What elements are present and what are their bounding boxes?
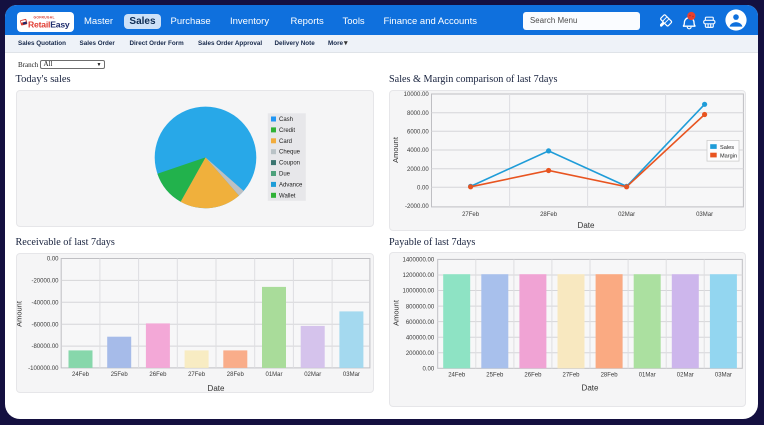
svg-text:2000.00: 2000.00 (406, 167, 428, 173)
svg-text:Margin: Margin (720, 153, 737, 159)
svg-text:Due: Due (279, 172, 291, 178)
svg-text:Amount: Amount (392, 299, 401, 326)
svg-text:-40000.00: -40000.00 (31, 301, 59, 307)
svg-text:Wallet: Wallet (279, 193, 296, 199)
svg-text:-100000.00: -100000.00 (28, 366, 59, 372)
svg-text:Card: Card (279, 139, 292, 145)
svg-text:27Feb: 27Feb (562, 373, 580, 379)
svg-text:10000.00: 10000.00 (403, 92, 429, 98)
svg-text:6000.00: 6000.00 (406, 130, 428, 136)
svg-text:24Feb: 24Feb (72, 372, 90, 378)
svg-text:03Mar: 03Mar (343, 372, 360, 378)
svg-text:26Feb: 26Feb (149, 372, 167, 378)
svg-text:02Mar: 02Mar (304, 372, 321, 378)
svg-text:-2000.00: -2000.00 (405, 204, 429, 210)
svg-text:Credit: Credit (279, 128, 295, 134)
svg-text:1200000.00: 1200000.00 (402, 273, 434, 279)
svg-text:0.00: 0.00 (47, 257, 59, 263)
svg-text:03Mar: 03Mar (696, 212, 713, 218)
svg-text:24Feb: 24Feb (448, 373, 466, 379)
svg-text:Cheque: Cheque (279, 150, 301, 156)
svg-text:28Feb: 28Feb (540, 212, 558, 218)
svg-text:Sales: Sales (720, 145, 734, 151)
svg-text:0.00: 0.00 (417, 186, 429, 192)
svg-text:4000.00: 4000.00 (406, 148, 428, 154)
svg-text:RetailEasy: RetailEasy (28, 20, 70, 30)
svg-text:200000.00: 200000.00 (406, 351, 435, 357)
svg-text:Date: Date (208, 384, 225, 392)
svg-text:25Feb: 25Feb (111, 372, 129, 378)
svg-text:-20000.00: -20000.00 (31, 279, 59, 285)
svg-text:27Feb: 27Feb (188, 372, 206, 378)
svg-text:400000.00: 400000.00 (406, 335, 435, 341)
svg-text:600000.00: 600000.00 (406, 320, 435, 326)
svg-text:-80000.00: -80000.00 (31, 344, 59, 350)
svg-text:0.00: 0.00 (423, 367, 435, 373)
svg-text:-60000.00: -60000.00 (31, 322, 59, 328)
svg-text:28Feb: 28Feb (227, 372, 245, 378)
svg-text:28Feb: 28Feb (601, 373, 619, 379)
svg-text:1400000.00: 1400000.00 (402, 258, 434, 264)
svg-text:02Mar: 02Mar (618, 212, 635, 218)
svg-text:Date: Date (577, 221, 594, 230)
svg-text:25Feb: 25Feb (486, 373, 504, 379)
svg-text:Advance: Advance (279, 182, 303, 188)
svg-text:Coupon: Coupon (279, 161, 300, 167)
svg-text:Amount: Amount (391, 136, 400, 163)
svg-text:03Mar: 03Mar (715, 373, 732, 379)
svg-text:02Mar: 02Mar (677, 373, 694, 379)
svg-text:27Feb: 27Feb (462, 212, 480, 218)
svg-text:01Mar: 01Mar (639, 373, 656, 379)
svg-text:Date: Date (582, 384, 599, 393)
svg-text:800000.00: 800000.00 (406, 304, 435, 310)
svg-text:01Mar: 01Mar (265, 372, 282, 378)
svg-text:8000.00: 8000.00 (406, 111, 428, 117)
svg-text:26Feb: 26Feb (524, 373, 542, 379)
svg-text:Cash: Cash (279, 117, 293, 123)
svg-text:Amount: Amount (17, 300, 24, 327)
svg-text:1000000.00: 1000000.00 (402, 289, 434, 295)
